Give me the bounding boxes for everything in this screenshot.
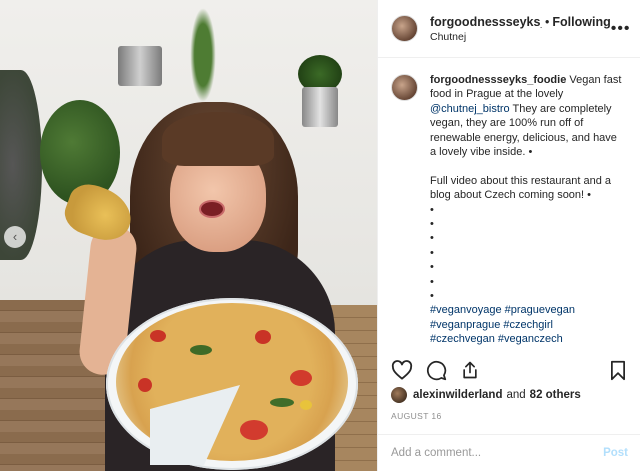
liker-username[interactable]: alexinwilderland	[413, 389, 502, 401]
photo-topping	[190, 345, 212, 355]
hashtag-link[interactable]: #veganprague	[430, 319, 500, 331]
caption-bullet-list: • • • • • • •	[430, 203, 623, 304]
post-header-text: forgoodnessseyks_foodie • Following Chut…	[430, 15, 611, 43]
caption-username[interactable]: forgoodnessseyks_foodie	[430, 74, 566, 86]
post-actions-bar	[378, 355, 640, 385]
heart-icon[interactable]	[390, 358, 414, 382]
more-horizontal-icon[interactable]: •••	[611, 20, 631, 38]
hashtag-link[interactable]: #czechgirl	[503, 319, 553, 331]
caption-author-avatar[interactable]	[391, 74, 418, 101]
hashtag-link[interactable]: #czechvegan	[430, 333, 495, 345]
caption-bullet: •	[430, 261, 434, 274]
caption-bullet: •	[430, 218, 434, 231]
post-comment-button[interactable]: Post	[603, 447, 628, 459]
post-header: forgoodnessseyks_foodie • Following Chut…	[378, 0, 640, 58]
comment-icon[interactable]	[424, 358, 448, 382]
caption-paragraph-2: Full video about this restaurant and a b…	[430, 174, 612, 202]
post-location[interactable]: Chutnej	[430, 31, 611, 43]
hashtag-link[interactable]: #veganczech	[498, 333, 563, 345]
caption-bullet: •	[430, 246, 434, 259]
separator-dot: •	[545, 14, 550, 29]
hashtag-link[interactable]: #praguevegan	[505, 304, 575, 316]
comment-bar: Post	[378, 434, 640, 471]
photo-topping	[270, 398, 294, 407]
bookmark-icon[interactable]	[606, 358, 630, 382]
post-detail-panel: forgoodnessseyks_foodie • Following Chut…	[377, 0, 640, 471]
photo-topping	[138, 378, 152, 392]
share-icon[interactable]	[458, 358, 482, 382]
post-photo[interactable]: ‹	[0, 0, 377, 471]
liker-avatar[interactable]	[391, 387, 407, 403]
photo-topping	[300, 400, 312, 410]
photo-person-mouth	[199, 200, 225, 218]
author-avatar[interactable]	[391, 15, 418, 42]
photo-metal-pot	[118, 46, 162, 86]
photo-vine	[188, 0, 218, 110]
caption-bullet: •	[430, 275, 434, 288]
author-username[interactable]: forgoodnessseyks_foodie	[430, 15, 542, 29]
likes-connector-text: and	[506, 389, 526, 401]
photo-topping	[150, 330, 166, 342]
photo-topping	[255, 330, 271, 344]
following-button[interactable]: Following	[552, 15, 610, 29]
caption: forgoodnessseyks_foodie Vegan fast food …	[430, 73, 623, 347]
previous-image-button[interactable]: ‹	[4, 226, 26, 248]
photo-topping	[240, 420, 268, 440]
post-date[interactable]: AUGUST 16	[391, 411, 442, 421]
caption-paragraph-1: forgoodnessseyks_foodie Vegan fast food …	[430, 73, 623, 159]
caption-bullet: •	[430, 232, 434, 245]
caption-bullet: •	[430, 289, 434, 302]
photo-person-bangs	[162, 112, 274, 166]
hashtag-line: #veganvoyage #praguevegan	[430, 303, 623, 317]
likes-summary: alexinwilderland and 82 others	[391, 387, 581, 403]
hashtag-link[interactable]: #veganvoyage	[430, 304, 502, 316]
photo-metal-pot-right	[302, 87, 338, 127]
comment-input[interactable]	[391, 447, 604, 459]
hashtag-line: #czechvegan #veganczech	[430, 332, 623, 346]
caption-mention-link[interactable]: @chutnej_bistro	[430, 103, 510, 115]
likes-others-count[interactable]: 82 others	[530, 389, 581, 401]
post-header-line: forgoodnessseyks_foodie • Following	[430, 15, 611, 29]
hashtag-line: #veganprague #czechgirl	[430, 318, 623, 332]
caption-area: forgoodnessseyks_foodie Vegan fast food …	[378, 59, 640, 347]
caption-bullet: •	[430, 203, 434, 216]
photo-topping	[290, 370, 312, 386]
